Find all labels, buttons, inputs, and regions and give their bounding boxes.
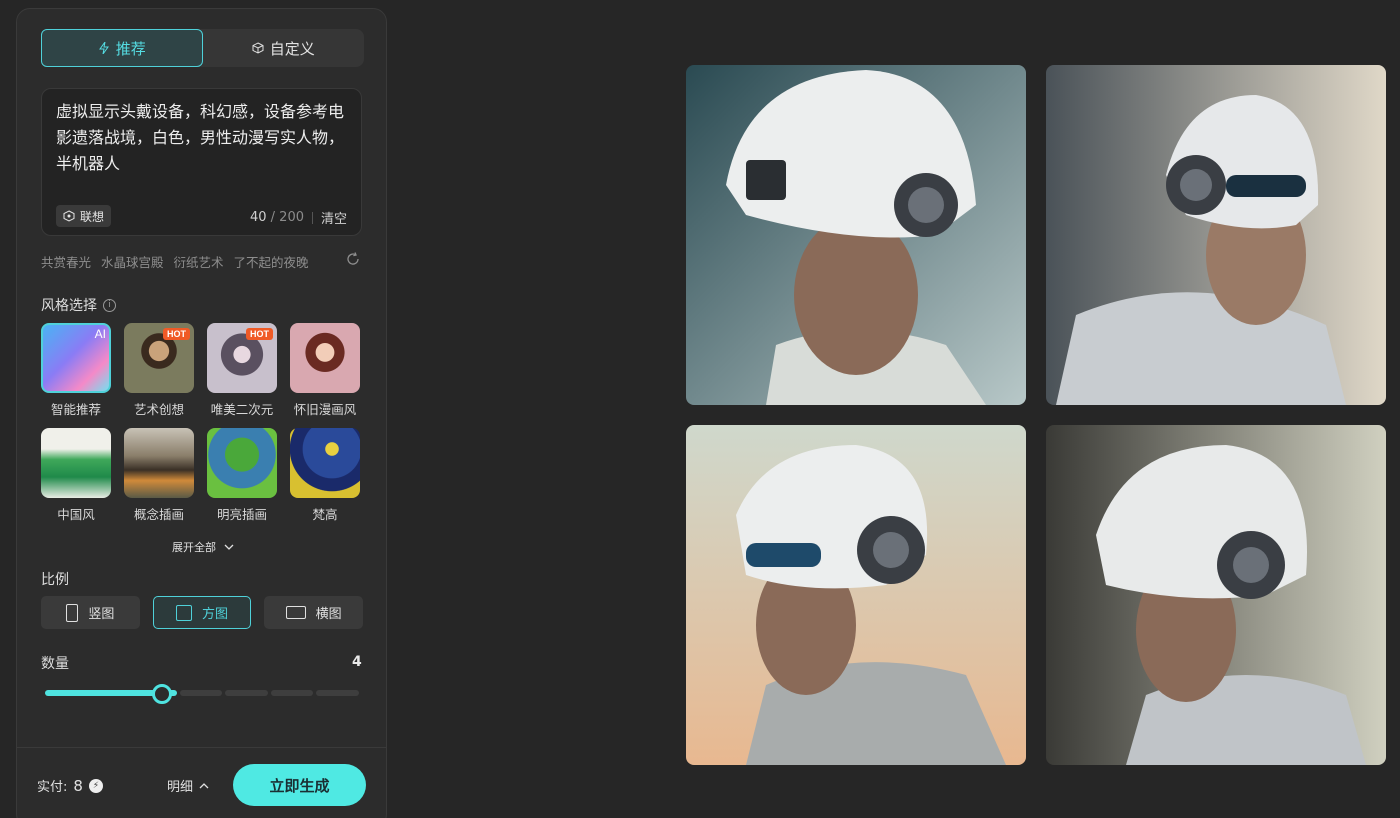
style-thumb	[207, 428, 277, 498]
style-name: 智能推荐	[50, 402, 101, 417]
tab-recommend-label: 推荐	[115, 39, 146, 58]
style-item-art[interactable]: HOT 艺术创想	[124, 323, 194, 418]
style-thumb	[124, 428, 194, 498]
slider-segment	[270, 690, 314, 696]
coin-icon: ⚡	[88, 778, 103, 793]
tab-custom-label: 自定义	[269, 39, 315, 58]
details-label: 明细	[167, 780, 194, 795]
info-icon[interactable]: i	[103, 298, 116, 312]
result-image-2[interactable]	[1046, 65, 1386, 405]
style-item-retro-comic[interactable]: 怀旧漫画风	[290, 323, 360, 418]
style-grid: AI 智能推荐 HOT 艺术创想 HOT 唯美二次元 怀旧漫画风 中国风 概念插…	[41, 323, 364, 523]
suggestion-item[interactable]: 共赏春光	[41, 252, 91, 271]
chevron-up-icon	[199, 782, 209, 788]
ratio-portrait-button[interactable]: 竖图	[41, 596, 140, 629]
paid-value: 8	[73, 776, 83, 795]
paid-amount: 实付: 8 ⚡	[37, 776, 103, 795]
style-name: 概念插画	[133, 507, 184, 522]
expand-all-button[interactable]: 展开全部	[172, 539, 234, 555]
style-name: 怀旧漫画风	[293, 402, 357, 417]
slider-segment	[316, 690, 359, 696]
counter-divider	[311, 211, 313, 224]
portrait-shape-icon	[66, 603, 79, 622]
prompt-text[interactable]: 虚拟显示头戴设备，科幻感，设备参考电影遗落战境，白色，男性动漫写实人物，半机器人	[56, 99, 352, 177]
slider-segment	[179, 690, 223, 696]
style-thumb	[290, 323, 360, 393]
details-toggle[interactable]: 明细	[167, 776, 209, 795]
suggestion-item[interactable]: 水晶球宫殿	[101, 252, 164, 271]
result-image-4[interactable]	[1046, 425, 1386, 765]
hot-badge: HOT	[163, 328, 190, 340]
style-section-title: 风格选择 i	[41, 295, 116, 315]
lightning-icon	[98, 42, 109, 54]
slider-handle[interactable]	[152, 684, 172, 704]
cube-icon	[252, 42, 264, 54]
clear-button[interactable]: 清空	[321, 208, 347, 227]
result-image-3[interactable]	[686, 425, 1026, 765]
suggestion-list: 共赏春光 水晶球宫殿 衍纸艺术 了不起的夜晚	[41, 252, 362, 270]
style-name: 梵高	[312, 507, 338, 522]
style-name: 中国风	[57, 507, 95, 522]
slider-segment	[225, 690, 268, 696]
ratio-label: 竖图	[88, 607, 115, 622]
ratio-section-title: 比例	[41, 572, 69, 588]
style-thumb	[41, 428, 111, 498]
associate-button[interactable]: 联想	[56, 205, 112, 227]
style-name: 艺术创想	[133, 402, 184, 417]
ratio-landscape-button[interactable]: 横图	[264, 596, 364, 629]
ratio-options: 竖图 方图 横图	[41, 596, 364, 629]
ratio-label: 横图	[315, 607, 342, 622]
associate-label: 联想	[80, 209, 105, 224]
footer-divider	[17, 747, 387, 748]
style-item-concept[interactable]: 概念插画	[124, 428, 194, 523]
refresh-icon[interactable]	[345, 251, 361, 267]
style-thumb: HOT	[207, 323, 277, 393]
square-shape-icon	[176, 604, 192, 621]
char-max: / 200	[270, 210, 304, 225]
quantity-value: 4	[352, 654, 362, 670]
chevron-down-icon	[224, 544, 234, 550]
landscape-shape-icon	[285, 606, 306, 619]
generate-button[interactable]: 立即生成	[233, 764, 366, 806]
quantity-slider[interactable]	[45, 690, 359, 696]
expand-all-label: 展开全部	[172, 541, 216, 554]
style-item-vangogh[interactable]: 梵高	[290, 428, 360, 523]
hot-badge: HOT	[246, 328, 273, 340]
style-item-chinese[interactable]: 中国风	[41, 428, 111, 523]
style-item-anime[interactable]: HOT 唯美二次元	[207, 323, 277, 418]
style-thumb: HOT	[124, 323, 194, 393]
style-item-smart[interactable]: AI 智能推荐	[41, 323, 111, 418]
ratio-square-button[interactable]: 方图	[152, 596, 252, 629]
ai-badge: AI	[94, 327, 106, 341]
suggestion-item[interactable]: 衍纸艺术	[174, 252, 224, 271]
style-name: 唯美二次元	[210, 402, 274, 417]
char-count: 40	[249, 210, 267, 225]
sparkle-cube-icon	[63, 210, 75, 222]
ratio-label: 方图	[202, 607, 229, 622]
prompt-box[interactable]: 虚拟显示头戴设备，科幻感，设备参考电影遗落战境，白色，男性动漫写实人物，半机器人…	[41, 88, 362, 236]
style-name: 明亮插画	[216, 507, 267, 522]
style-title-text: 风格选择	[41, 298, 97, 314]
tab-custom[interactable]: 自定义	[203, 29, 365, 67]
settings-panel: 推荐 自定义 虚拟显示头戴设备，科幻感，设备参考电影遗落战境，白色，男性动漫写实…	[16, 8, 387, 818]
paid-label: 实付:	[37, 780, 68, 795]
result-image-1[interactable]	[686, 65, 1026, 405]
char-counter: 40 / 200 清空	[250, 208, 347, 227]
suggestion-item[interactable]: 了不起的夜晚	[234, 252, 309, 271]
style-item-bright[interactable]: 明亮插画	[207, 428, 277, 523]
style-thumb: AI	[41, 323, 111, 393]
style-thumb	[290, 428, 360, 498]
quantity-section-title: 数量	[41, 656, 69, 672]
tab-recommend[interactable]: 推荐	[41, 29, 203, 67]
mode-tabs: 推荐 自定义	[41, 29, 364, 67]
